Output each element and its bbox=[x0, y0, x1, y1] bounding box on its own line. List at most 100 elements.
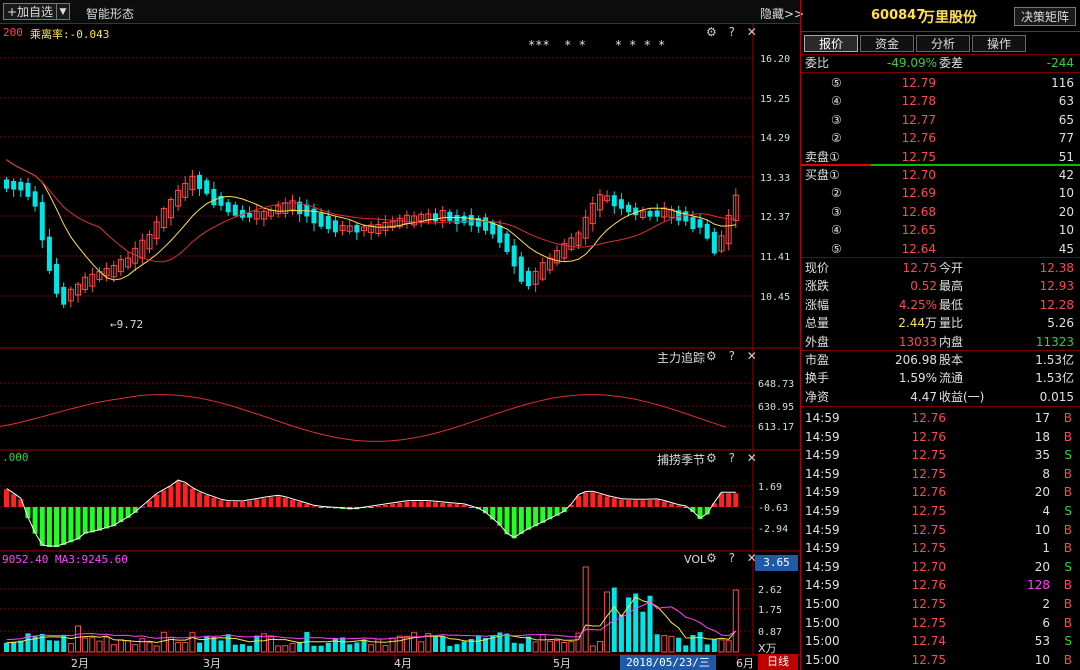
volume-bar bbox=[389, 637, 396, 653]
bid-row[interactable]: ⑤ 12.64 45 bbox=[801, 240, 1080, 258]
volume-bar bbox=[368, 644, 375, 653]
season-bar bbox=[590, 492, 596, 507]
tick-row[interactable]: 14:59 12.75 4 S bbox=[801, 502, 1080, 520]
panel3-tick-label: 1.69 bbox=[758, 482, 782, 493]
tick-row[interactable]: 14:59 12.75 1 B bbox=[801, 539, 1080, 557]
quote-label: 最低 bbox=[939, 297, 964, 312]
tab-operate[interactable]: 操作 bbox=[972, 35, 1026, 52]
tick-side: B bbox=[1063, 597, 1072, 611]
ask-row[interactable]: ⑤ 12.79 116 bbox=[801, 74, 1080, 92]
volume-bar bbox=[139, 638, 146, 653]
season-bar bbox=[104, 507, 110, 529]
panel2-title: 主力追踪 bbox=[657, 351, 706, 365]
season-bar bbox=[433, 502, 438, 507]
kline-chart-svg[interactable]: 16.20 15.25 14.29 13.33 12.37 11.41 10.45 648.7… bbox=[0, 0, 800, 670]
candle-body bbox=[511, 245, 517, 267]
panel2-controls[interactable]: ⚙ ? ✕ bbox=[706, 349, 761, 363]
panel4-controls[interactable]: ⚙ ? ✕ bbox=[706, 551, 761, 565]
tick-volume: 128 bbox=[1027, 578, 1050, 593]
tick-row[interactable]: 14:59 12.75 10 B bbox=[801, 521, 1080, 539]
tick-row[interactable]: 15:00 12.74 53 S bbox=[801, 632, 1080, 650]
tick-time: 14:59 bbox=[805, 522, 840, 537]
candle-body bbox=[39, 202, 45, 241]
tab-funds[interactable]: 资金 bbox=[860, 35, 914, 52]
volume-bar bbox=[475, 635, 481, 652]
season-bar bbox=[96, 507, 102, 531]
quote-label: 涨跌 bbox=[805, 279, 830, 294]
tick-row[interactable]: 14:59 12.76 20 B bbox=[801, 483, 1080, 501]
tab-analysis[interactable]: 分析 bbox=[916, 35, 970, 52]
order-ratio-label: 委比 bbox=[805, 56, 830, 70]
volume-bar bbox=[325, 642, 331, 652]
tick-row[interactable]: 14:59 12.76 17 B bbox=[801, 409, 1080, 427]
quote-label: 涨幅 bbox=[805, 297, 830, 312]
chart-area[interactable]: +加自选 ▼ 智能形态 隐藏>> 16.20 15.25 14.29 13.33 12.… bbox=[0, 0, 804, 670]
volume-bar bbox=[539, 634, 546, 653]
volume-bar bbox=[618, 614, 624, 652]
daily-period-button[interactable]: 日线 bbox=[758, 654, 798, 670]
tick-row[interactable]: 15:00 12.75 10 B bbox=[801, 651, 1080, 669]
tick-volume: 1 bbox=[1042, 541, 1050, 556]
ask-row[interactable]: ④ 12.78 63 bbox=[801, 92, 1080, 110]
price-tick-label: 11.41 bbox=[760, 252, 790, 263]
volume-bar bbox=[332, 638, 338, 652]
season-bar bbox=[447, 503, 453, 507]
quote-label: 内盘 bbox=[939, 334, 964, 349]
season-bar bbox=[232, 501, 238, 507]
bid-row[interactable]: 买盘① 12.70 42 bbox=[801, 166, 1080, 184]
ask-row[interactable]: 卖盘① 12.75 51 bbox=[801, 148, 1080, 166]
panel3-controls[interactable]: ⚙ ? ✕ bbox=[706, 451, 761, 465]
ask-price: 12.78 bbox=[901, 94, 936, 109]
bid-row[interactable]: ③ 12.68 20 bbox=[801, 203, 1080, 221]
panel4-title: VOL bbox=[684, 553, 707, 566]
volume-bar bbox=[447, 645, 453, 652]
quote-label: 总量 bbox=[805, 316, 830, 331]
tick-side: B bbox=[1063, 411, 1072, 425]
tab-quote[interactable]: 报价 bbox=[804, 35, 858, 52]
decision-matrix-button[interactable]: 决策矩阵 bbox=[1014, 7, 1076, 26]
volume-bar bbox=[211, 637, 217, 652]
bid-row[interactable]: ④ 12.65 10 bbox=[801, 221, 1080, 239]
tick-row[interactable]: 14:59 12.76 128 B bbox=[801, 576, 1080, 594]
ma-line-short bbox=[6, 159, 736, 281]
cursor-date: 2018/05/23/三 bbox=[620, 655, 716, 670]
tick-row[interactable]: 15:00 12.75 6 B bbox=[801, 614, 1080, 632]
candle-body bbox=[433, 213, 438, 222]
quote-value: 12.28 bbox=[1039, 297, 1074, 312]
panel3-tick-label: -0.63 bbox=[758, 503, 788, 514]
tick-volume: 4 bbox=[1042, 504, 1050, 518]
candle-body bbox=[711, 231, 717, 254]
tick-time: 14:59 bbox=[805, 411, 840, 425]
candle-body bbox=[447, 211, 453, 221]
quote-panel: 600847 万里股份 决策矩阵 报价 资金 分析 操作 委比 -49.09% … bbox=[800, 0, 1080, 670]
bid-row[interactable]: ② 12.69 10 bbox=[801, 184, 1080, 202]
tick-row[interactable]: 14:59 12.76 18 B bbox=[801, 428, 1080, 446]
season-bar bbox=[11, 494, 17, 507]
season-bar bbox=[375, 506, 381, 508]
candle-body bbox=[518, 256, 524, 282]
candle-body bbox=[497, 225, 503, 243]
ask-row[interactable]: ② 12.76 77 bbox=[801, 129, 1080, 147]
tick-price: 12.76 bbox=[911, 429, 946, 444]
tick-row[interactable]: 14:59 12.70 20 S bbox=[801, 558, 1080, 576]
quote-row: 涨跌 0.52 最高 12.93 bbox=[801, 277, 1080, 295]
tick-row[interactable]: 14:59 12.75 35 S bbox=[801, 446, 1080, 464]
volume-bar bbox=[582, 566, 589, 653]
quote-value: 12.93 bbox=[1039, 279, 1074, 294]
volume-ma-values: 9052.40 MA3:9245.60 bbox=[2, 553, 128, 566]
season-bar bbox=[275, 496, 281, 507]
volume-bar bbox=[103, 636, 110, 653]
tick-row[interactable]: 15:00 12.75 2 B bbox=[801, 595, 1080, 613]
season-bar bbox=[626, 500, 632, 507]
bid-price: 12.65 bbox=[901, 223, 936, 238]
season-bar bbox=[297, 501, 303, 507]
candle-body bbox=[25, 182, 31, 197]
main-panel-controls[interactable]: ⚙ ? ✕ bbox=[706, 25, 761, 39]
fund-value: 0.015 bbox=[1039, 389, 1074, 404]
fund-label: 股本 bbox=[939, 353, 964, 367]
tick-row[interactable]: 14:59 12.75 8 B bbox=[801, 465, 1080, 483]
ask-row[interactable]: ③ 12.77 65 bbox=[801, 111, 1080, 129]
tick-volume: 6 bbox=[1042, 615, 1050, 630]
ask-level: ③ bbox=[831, 112, 842, 127]
candle-body bbox=[504, 233, 510, 252]
